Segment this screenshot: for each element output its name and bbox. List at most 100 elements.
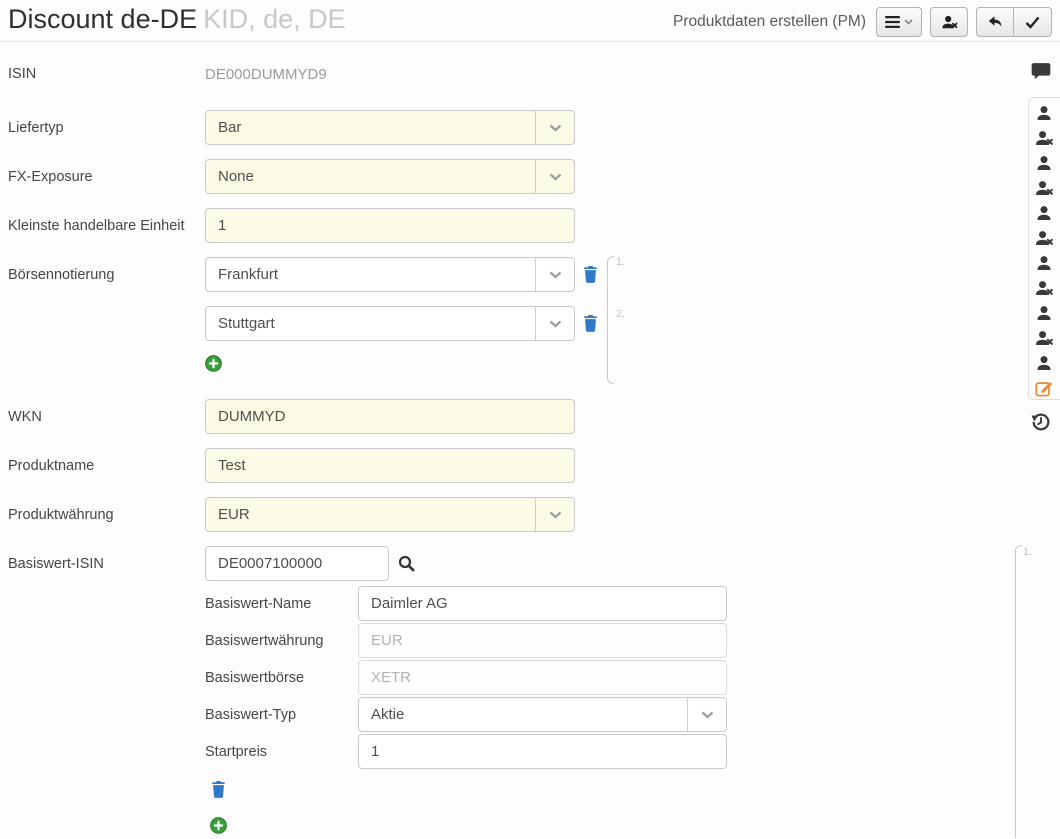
basiswertboerse-row: Basiswertbörse (205, 660, 1060, 695)
startpreis-label: Startpreis (205, 744, 358, 760)
add-basiswert-button[interactable] (210, 817, 227, 834)
menu-button[interactable] (876, 7, 922, 37)
produktwaehrung-value: EUR (218, 506, 250, 523)
fx-exposure-value: None (218, 168, 254, 185)
kleinste-einheit-row: Kleinste handelbare Einheit (8, 208, 1060, 243)
basiswertwaehrung-label: Basiswertwährung (205, 633, 358, 649)
product-form: ISIN DE000DUMMYD9 Liefertyp Bar FX-Expos… (0, 42, 1060, 834)
chevron-down-icon[interactable] (535, 307, 574, 340)
add-boersennotierung-row (205, 355, 1060, 372)
delete-basiswert-button[interactable] (211, 781, 226, 798)
basiswert-name-row: Basiswert-Name (205, 586, 1060, 621)
delete-basiswert-row (211, 781, 1060, 798)
search-icon (398, 555, 415, 572)
caret-down-icon (904, 19, 913, 25)
produktwaehrung-row: Produktwährung EUR (8, 497, 1060, 532)
person-icon[interactable] (1035, 354, 1053, 372)
liefertyp-row: Liefertyp Bar (8, 110, 1060, 145)
assignment-status-panel (1028, 97, 1060, 400)
boersennotierung-select-1[interactable]: Frankfurt (205, 257, 575, 292)
produktwaehrung-label: Produktwährung (8, 507, 205, 523)
comments-button[interactable] (1031, 62, 1051, 81)
basiswertboerse-label: Basiswertbörse (205, 670, 358, 686)
fx-exposure-select[interactable]: None (205, 159, 575, 194)
person-x-icon[interactable] (1035, 229, 1053, 247)
person-x-icon[interactable] (1035, 279, 1053, 297)
liefertyp-label: Liefertyp (8, 120, 205, 136)
fx-exposure-label: FX-Exposure (8, 169, 205, 185)
boersennotierung-index-1: 1. (616, 256, 625, 268)
chevron-down-icon[interactable] (687, 698, 726, 731)
delete-boersennotierung-1-button[interactable] (583, 266, 598, 283)
person-x-icon[interactable] (1035, 129, 1053, 147)
liefertyp-select[interactable]: Bar (205, 110, 575, 145)
plus-circle-icon (205, 355, 222, 372)
add-basiswert-row (210, 817, 1060, 834)
kleinste-einheit-input[interactable] (205, 208, 575, 243)
boersennotierung-select-2[interactable]: Stuttgart (205, 306, 575, 341)
basiswertwaehrung-input (358, 623, 727, 658)
startpreis-input[interactable] (358, 734, 727, 769)
person-x-icon[interactable] (1035, 329, 1053, 347)
produktwaehrung-select[interactable]: EUR (205, 497, 575, 532)
trash-icon (583, 266, 598, 283)
basiswert-isin-input[interactable] (205, 546, 389, 581)
product-subtitle: KID, de, DE (203, 4, 346, 34)
boersennotierung-label: Börsennotierung (8, 267, 205, 283)
person-x-icon[interactable] (1035, 179, 1053, 197)
chevron-down-icon[interactable] (535, 111, 574, 144)
check-icon (1025, 16, 1040, 29)
wkn-row: WKN (8, 399, 1060, 434)
basiswert-isin-label: Basiswert-ISIN (8, 556, 205, 572)
basiswert-index-1: 1. (1023, 546, 1032, 558)
liefertyp-value: Bar (218, 119, 241, 136)
person-icon[interactable] (1035, 304, 1053, 322)
undo-button[interactable] (976, 7, 1014, 37)
chevron-down-icon[interactable] (535, 160, 574, 193)
basiswert-name-label: Basiswert-Name (205, 596, 358, 612)
boersennotierung-value-2: Stuttgart (218, 315, 275, 332)
trash-icon (583, 315, 598, 332)
kleinste-einheit-label: Kleinste handelbare Einheit (8, 218, 205, 234)
isin-value: DE000DUMMYD9 (205, 66, 327, 83)
product-title: Discount de-DE (8, 4, 197, 34)
startpreis-row: Startpreis (205, 734, 1060, 769)
boersennotierung-group-bracket (607, 256, 614, 384)
produktname-row: Produktname (8, 448, 1060, 483)
history-button[interactable] (1031, 412, 1051, 432)
basiswert-search-button[interactable] (398, 555, 415, 572)
boersennotierung-row-2: Stuttgart (8, 306, 1060, 341)
person-icon[interactable] (1035, 254, 1053, 272)
wkn-input[interactable] (205, 399, 575, 434)
boersennotierung-row-1: Börsennotierung Frankfurt (8, 257, 1060, 292)
person-icon[interactable] (1035, 104, 1053, 122)
person-icon[interactable] (1035, 154, 1053, 172)
edit-icon[interactable] (1035, 379, 1053, 397)
basiswert-isin-row: Basiswert-ISIN (8, 546, 1060, 581)
produktname-input[interactable] (205, 448, 575, 483)
comment-icon (1031, 62, 1051, 81)
save-actions-group (976, 7, 1052, 37)
workflow-status-label: Produktdaten erstellen (PM) (673, 13, 866, 31)
person-x-icon (941, 14, 958, 30)
unassign-user-button[interactable] (930, 7, 968, 37)
boersennotierung-value-1: Frankfurt (218, 266, 278, 283)
fx-exposure-row: FX-Exposure None (8, 159, 1060, 194)
basiswert-name-input[interactable] (358, 586, 727, 621)
confirm-button[interactable] (1014, 7, 1052, 37)
undo-icon (987, 15, 1003, 29)
chevron-down-icon[interactable] (535, 258, 574, 291)
person-icon[interactable] (1035, 204, 1053, 222)
delete-boersennotierung-2-button[interactable] (583, 315, 598, 332)
basiswert-typ-select[interactable]: Aktie (358, 697, 727, 732)
menu-icon (885, 16, 900, 28)
add-boersennotierung-button[interactable] (205, 355, 222, 372)
header-toolbar: Produktdaten erstellen (PM) (673, 7, 1052, 37)
chevron-down-icon[interactable] (535, 498, 574, 531)
history-icon (1031, 412, 1051, 432)
page-header: Discount de-DEKID, de, DE Produktdaten e… (0, 0, 1060, 42)
isin-label: ISIN (8, 66, 205, 82)
boersennotierung-index-2: 2. (616, 308, 625, 320)
isin-row: ISIN DE000DUMMYD9 (8, 64, 1060, 84)
basiswertboerse-input (358, 660, 727, 695)
